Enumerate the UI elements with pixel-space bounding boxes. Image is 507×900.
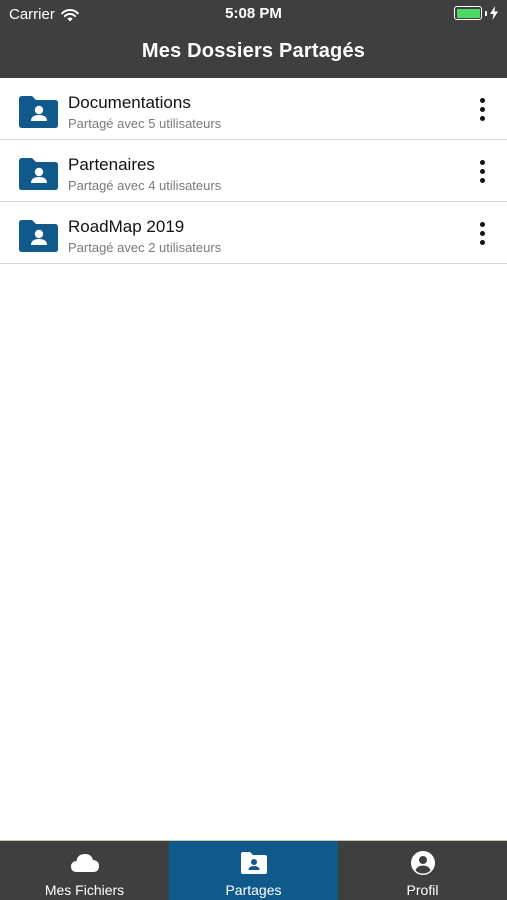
folder-row-roadmap-2019[interactable]: RoadMap 2019 Partagé avec 2 utilisateurs (0, 202, 507, 264)
shared-folder-icon (240, 852, 267, 874)
tab-partages[interactable]: Partages (169, 841, 338, 900)
page-title: Mes Dossiers Partagés (141, 40, 366, 62)
charging-bolt-icon (490, 6, 498, 20)
folder-share-count: Partagé avec 2 utilisateurs (68, 240, 222, 255)
top-bar: Carrier 5:08 PM Mes Dossiers Partagés (0, 0, 507, 78)
folder-name: Documentations (68, 93, 191, 112)
tab-mes-fichiers[interactable]: Mes Fichiers (0, 841, 169, 900)
status-time: 5:08 PM (225, 5, 282, 22)
tab-bar: Mes Fichiers Partages Profil (0, 840, 507, 900)
folder-row-partenaires[interactable]: Partenaires Partagé avec 4 utilisateurs (0, 140, 507, 202)
more-options-icon[interactable] (469, 156, 495, 186)
folder-share-count: Partagé avec 4 utilisateurs (68, 178, 222, 193)
more-options-icon[interactable] (469, 94, 495, 124)
status-bar: Carrier 5:08 PM (0, 0, 507, 28)
folder-share-count: Partagé avec 5 utilisateurs (68, 116, 222, 131)
shared-folders-list: Documentations Partagé avec 5 utilisateu… (0, 78, 507, 264)
shared-folder-icon (19, 158, 58, 190)
tab-profil[interactable]: Profil (338, 841, 507, 900)
more-options-icon[interactable] (469, 218, 495, 248)
cloud-icon (70, 854, 99, 872)
folder-name: Partenaires (68, 155, 155, 174)
tab-label: Partages (225, 882, 282, 898)
battery-indicator (454, 6, 498, 20)
tab-label: Mes Fichiers (44, 882, 125, 898)
shared-folder-icon (19, 96, 58, 128)
battery-icon (454, 6, 482, 20)
shared-folder-icon (19, 220, 58, 252)
folder-row-documentations[interactable]: Documentations Partagé avec 5 utilisateu… (0, 78, 507, 140)
tab-label: Profil (406, 882, 439, 898)
folder-name: RoadMap 2019 (68, 217, 185, 236)
profile-icon (410, 851, 435, 875)
